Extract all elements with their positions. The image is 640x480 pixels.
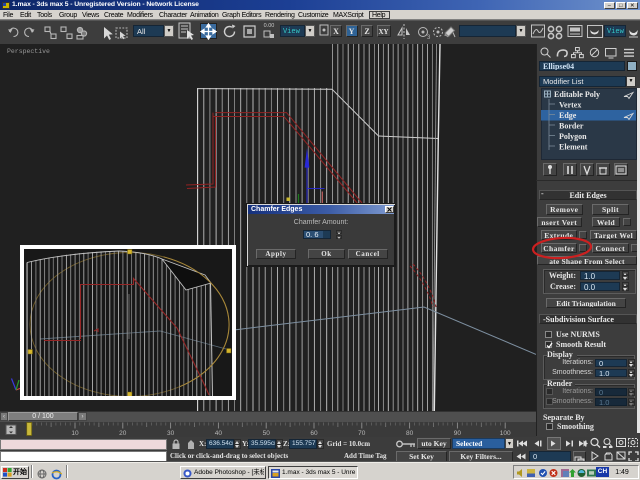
svg-text:100: 100 (500, 430, 511, 437)
svg-text:50: 50 (263, 430, 271, 437)
svg-text:40: 40 (215, 430, 223, 437)
svg-text:20: 20 (119, 430, 127, 437)
svg-text:10: 10 (71, 430, 79, 437)
svg-text:Element: Element (559, 143, 588, 152)
svg-text:3: 3 (427, 35, 431, 41)
svg-text:Border: Border (559, 122, 584, 131)
svg-text:80: 80 (406, 430, 414, 437)
svg-text:Polygon: Polygon (559, 132, 587, 141)
svg-text:30: 30 (167, 430, 175, 437)
svg-text:Editable Poly: Editable Poly (554, 90, 600, 99)
svg-text:70: 70 (358, 430, 366, 437)
svg-text:Vertex: Vertex (559, 101, 581, 110)
svg-text:90: 90 (454, 430, 462, 437)
svg-text:Perspective: Perspective (7, 48, 50, 55)
svg-text:Edge: Edge (559, 111, 577, 120)
svg-text:60: 60 (310, 430, 318, 437)
